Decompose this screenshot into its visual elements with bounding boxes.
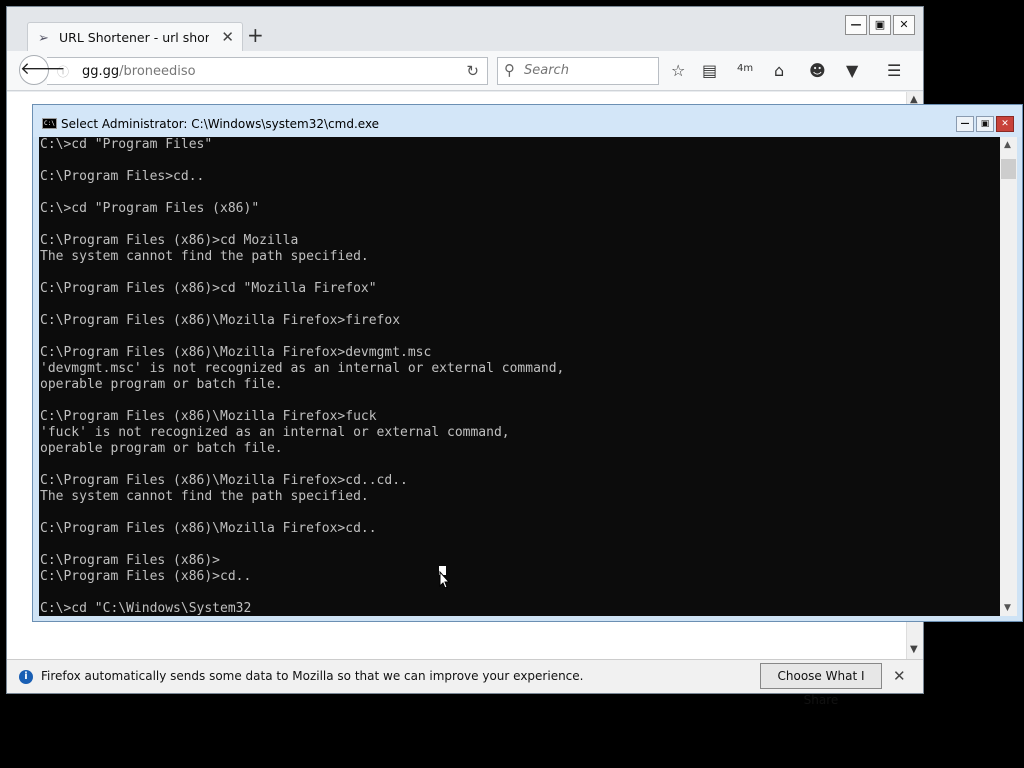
tab-strip: ➢ URL Shortener - url shorte... ✕ + — ▣ … [7, 7, 923, 53]
console-output[interactable]: C:\>cd "Program Files" C:\Program Files>c… [39, 137, 1000, 616]
console-line: C:\Program Files (x86)\Mozilla Firefox>c… [40, 473, 408, 488]
cmd-close-button[interactable]: ✕ [996, 116, 1014, 132]
console-line: C:\>cd "Program Files" [40, 137, 213, 152]
cmd-maximize-button[interactable]: ▣ [976, 116, 994, 132]
console-line: C:\Program Files (x86)\Mozilla Firefox>c… [40, 521, 377, 536]
new-tab-button[interactable]: + [247, 23, 264, 47]
notification-text: Firefox automatically sends some data to… [41, 669, 584, 683]
console-line: C:\Program Files (x86)> [40, 553, 221, 568]
scroll-down-icon[interactable]: ▼ [910, 644, 918, 655]
console-line: C:\Program Files (x86)>cd.. [40, 569, 252, 584]
reload-icon[interactable]: ↻ [466, 62, 479, 80]
navigation-toolbar: ⓘ gg.gg/broneediso ↻ 🡐 ⚲ ☆ ▤ 4m ⌂ ☻ ▼ ☰ [7, 51, 923, 91]
url-bar[interactable]: ⓘ gg.gg/broneediso ↻ [47, 57, 488, 85]
console-line: C:\>cd "C:\Windows\System32 [40, 601, 252, 616]
search-box[interactable]: ⚲ [497, 57, 659, 85]
data-notification-bar: i Firefox automatically sends some data … [7, 659, 923, 707]
notification-close-icon[interactable]: ✕ [893, 667, 906, 685]
choose-what-i-share-button[interactable]: Choose What I Share [760, 663, 882, 707]
cmd-window: C:\ Select Administrator: C:\Windows\sys… [32, 104, 1023, 622]
console-line: 'fuck' is not recognized as an internal … [40, 425, 510, 440]
close-button[interactable]: ✕ [893, 15, 915, 35]
console-lines: C:\>cd "Program Files" C:\Program Files>c… [40, 137, 564, 616]
cmd-title-bar[interactable]: C:\ Select Administrator: C:\Windows\sys… [33, 105, 1022, 137]
hamburger-menu-icon[interactable]: ☰ [887, 61, 901, 80]
console-line: C:\Program Files (x86)\Mozilla Firefox>d… [40, 345, 432, 360]
console-line: C:\>cd "Program Files (x86)" [40, 201, 260, 216]
cmd-window-title: Select Administrator: C:\Windows\system3… [61, 117, 380, 131]
cmd-minimize-button[interactable]: — [956, 116, 974, 132]
bookmark-star-icon[interactable]: ☆ [671, 61, 685, 80]
console-line: 'devmgmt.msc' is not recognized as an in… [40, 361, 565, 376]
reading-list-icon[interactable]: ▤ [702, 61, 717, 80]
console-line: operable program or batch file. [40, 441, 283, 456]
console-line: C:\Program Files (x86)\Mozilla Firefox>f… [40, 409, 377, 424]
tab-favicon-icon: ➢ [38, 31, 49, 46]
console-line: The system cannot find the path specifie… [40, 249, 369, 264]
console-line: C:\Program Files (x86)>cd "Mozilla Firef… [40, 281, 377, 296]
console-line: operable program or batch file. [40, 377, 283, 392]
back-arrow-icon: 🡐 [20, 59, 66, 79]
console-line: The system cannot find the path specifie… [40, 489, 369, 504]
pocket-icon[interactable]: ▼ [846, 61, 858, 80]
minimize-button[interactable]: — [845, 15, 867, 35]
console-line: C:\Program Files (x86)\Mozilla Firefox>f… [40, 313, 401, 328]
cmd-app-icon: C:\ [42, 118, 57, 129]
downloads-icon[interactable]: 4m [737, 63, 753, 74]
console-scrollbar[interactable]: ▲ ▼ [1000, 137, 1017, 616]
tab-url-shortener[interactable]: ➢ URL Shortener - url shorte... ✕ [27, 22, 243, 53]
tab-close-icon[interactable]: ✕ [221, 28, 234, 46]
console-line: C:\Program Files>cd.. [40, 169, 205, 184]
mouse-cursor-icon [439, 566, 450, 588]
tab-title: URL Shortener - url shorte... [59, 30, 209, 45]
console-scroll-down-icon[interactable]: ▼ [1004, 603, 1011, 613]
url-text[interactable]: gg.gg/broneediso [82, 64, 196, 79]
back-button[interactable]: 🡐 [19, 55, 66, 85]
home-icon[interactable]: ⌂ [774, 61, 784, 80]
console-line: C:\Program Files (x86)>cd Mozilla [40, 233, 299, 248]
maximize-button[interactable]: ▣ [869, 15, 891, 35]
info-icon: i [19, 670, 33, 684]
search-input[interactable] [524, 63, 654, 78]
console-scroll-up-icon[interactable]: ▲ [1004, 140, 1011, 150]
search-icon: ⚲ [504, 61, 515, 79]
console-scroll-thumb[interactable] [1001, 159, 1016, 179]
smiley-icon[interactable]: ☻ [809, 61, 826, 80]
